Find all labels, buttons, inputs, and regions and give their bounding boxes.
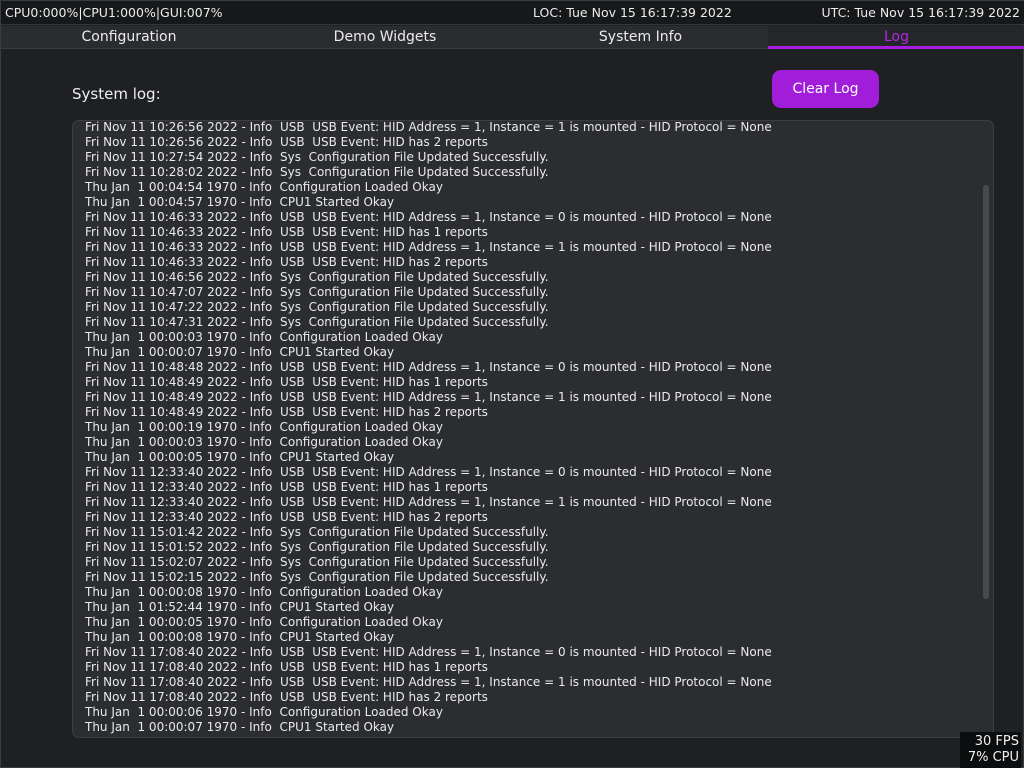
- log-line: Fri Nov 11 10:48:49 2022 - Info USB USB …: [85, 375, 488, 389]
- log-line: Thu Jan 1 00:04:54 1970 - Info Configura…: [85, 180, 443, 194]
- clear-log-button[interactable]: Clear Log: [772, 70, 879, 108]
- log-line: Fri Nov 11 12:33:40 2022 - Info USB USB …: [85, 480, 488, 494]
- log-line: Thu Jan 1 00:00:07 1970 - Info CPU1 Star…: [85, 720, 395, 734]
- tab-demo-widgets[interactable]: Demo Widgets: [257, 26, 513, 49]
- log-line: Thu Jan 1 01:52:44 1970 - Info CPU1 Star…: [85, 600, 395, 614]
- log-line: Fri Nov 11 12:33:40 2022 - Info USB USB …: [85, 510, 488, 524]
- log-line: Fri Nov 11 10:28:02 2022 - Info Sys Conf…: [85, 165, 549, 179]
- log-line: Fri Nov 11 10:48:49 2022 - Info USB USB …: [85, 405, 488, 419]
- log-line: Thu Jan 1 00:00:05 1970 - Info CPU1 Star…: [85, 450, 395, 464]
- log-title: System log:: [72, 85, 161, 103]
- log-line: Fri Nov 11 15:02:15 2022 - Info Sys Conf…: [85, 570, 549, 584]
- utc-time: UTC: Tue Nov 15 16:17:39 2022: [821, 5, 1020, 20]
- log-line: Fri Nov 11 10:26:56 2022 - Info USB USB …: [85, 135, 488, 149]
- log-line: Fri Nov 11 10:46:33 2022 - Info USB USB …: [85, 240, 772, 254]
- log-line: Thu Jan 1 00:04:57 1970 - Info CPU1 Star…: [85, 195, 395, 209]
- log-line: Fri Nov 11 17:08:40 2022 - Info USB USB …: [85, 645, 772, 659]
- log-line: Thu Jan 1 00:00:19 1970 - Info Configura…: [85, 420, 443, 434]
- log-line: Fri Nov 11 15:01:42 2022 - Info Sys Conf…: [85, 525, 549, 539]
- log-line: Fri Nov 11 17:08:40 2022 - Info USB USB …: [85, 675, 772, 689]
- log-line: Thu Jan 1 00:00:08 1970 - Info Configura…: [85, 585, 443, 599]
- log-line: Thu Jan 1 00:00:07 1970 - Info CPU1 Star…: [85, 345, 395, 359]
- tab-log[interactable]: Log: [768, 26, 1024, 49]
- app-window: CPU0:000%|CPU1:000%|GUI:007% LOC: Tue No…: [0, 0, 1024, 768]
- log-line: Fri Nov 11 17:08:40 2022 - Info USB USB …: [85, 660, 488, 674]
- log-line: Fri Nov 11 10:46:33 2022 - Info USB USB …: [85, 255, 488, 269]
- log-line: Fri Nov 11 10:47:22 2022 - Info Sys Conf…: [85, 300, 549, 314]
- log-line: Fri Nov 11 10:46:56 2022 - Info Sys Conf…: [85, 270, 549, 284]
- log-line: Fri Nov 11 12:33:40 2022 - Info USB USB …: [85, 465, 772, 479]
- log-line: Fri Nov 11 10:47:31 2022 - Info Sys Conf…: [85, 315, 549, 329]
- fps-readout: 30 FPS: [974, 734, 1019, 749]
- log-line: Fri Nov 11 15:02:07 2022 - Info Sys Conf…: [85, 555, 549, 569]
- log-line: Thu Jan 1 00:00:03 1970 - Info Configura…: [85, 330, 443, 344]
- log-line: Fri Nov 11 12:33:40 2022 - Info USB USB …: [85, 495, 772, 509]
- log-line: Fri Nov 11 15:01:52 2022 - Info Sys Conf…: [85, 540, 549, 554]
- tab-configuration[interactable]: Configuration: [1, 26, 257, 49]
- log-line: Thu Jan 1 00:00:08 1970 - Info CPU1 Star…: [85, 630, 395, 644]
- local-time: LOC: Tue Nov 15 16:17:39 2022: [533, 5, 732, 20]
- log-line: Fri Nov 11 17:08:40 2022 - Info USB USB …: [85, 690, 488, 704]
- log-line: Thu Jan 1 00:00:03 1970 - Info Configura…: [85, 435, 443, 449]
- log-lines: Fri Nov 11 10:26:56 2022 - Info USB USB …: [85, 120, 975, 735]
- log-line: Fri Nov 11 10:27:54 2022 - Info Sys Conf…: [85, 150, 549, 164]
- log-line: Fri Nov 11 10:47:07 2022 - Info Sys Conf…: [85, 285, 549, 299]
- log-scrollbar[interactable]: [983, 185, 989, 599]
- tab-system-info[interactable]: System Info: [513, 26, 768, 49]
- log-line: Thu Jan 1 00:00:06 1970 - Info Configura…: [85, 705, 443, 719]
- cpu-stats: CPU0:000%|CPU1:000%|GUI:007%: [5, 5, 223, 20]
- log-line: Fri Nov 11 10:48:49 2022 - Info USB USB …: [85, 390, 772, 404]
- log-line: Thu Jan 1 00:00:05 1970 - Info Configura…: [85, 615, 443, 629]
- log-panel[interactable]: Fri Nov 11 10:26:56 2022 - Info USB USB …: [72, 120, 994, 738]
- cpu-readout: 7% CPU: [967, 750, 1019, 765]
- tab-bar: Configuration Demo Widgets System Info L…: [1, 26, 1024, 49]
- status-bar: CPU0:000%|CPU1:000%|GUI:007% LOC: Tue No…: [1, 1, 1024, 25]
- log-line: Fri Nov 11 10:46:33 2022 - Info USB USB …: [85, 225, 488, 239]
- log-line: Fri Nov 11 10:48:48 2022 - Info USB USB …: [85, 360, 772, 374]
- perf-overlay: 30 FPS 7% CPU: [960, 732, 1021, 768]
- log-line: Fri Nov 11 10:26:56 2022 - Info USB USB …: [85, 120, 772, 134]
- log-line: Fri Nov 11 10:46:33 2022 - Info USB USB …: [85, 210, 772, 224]
